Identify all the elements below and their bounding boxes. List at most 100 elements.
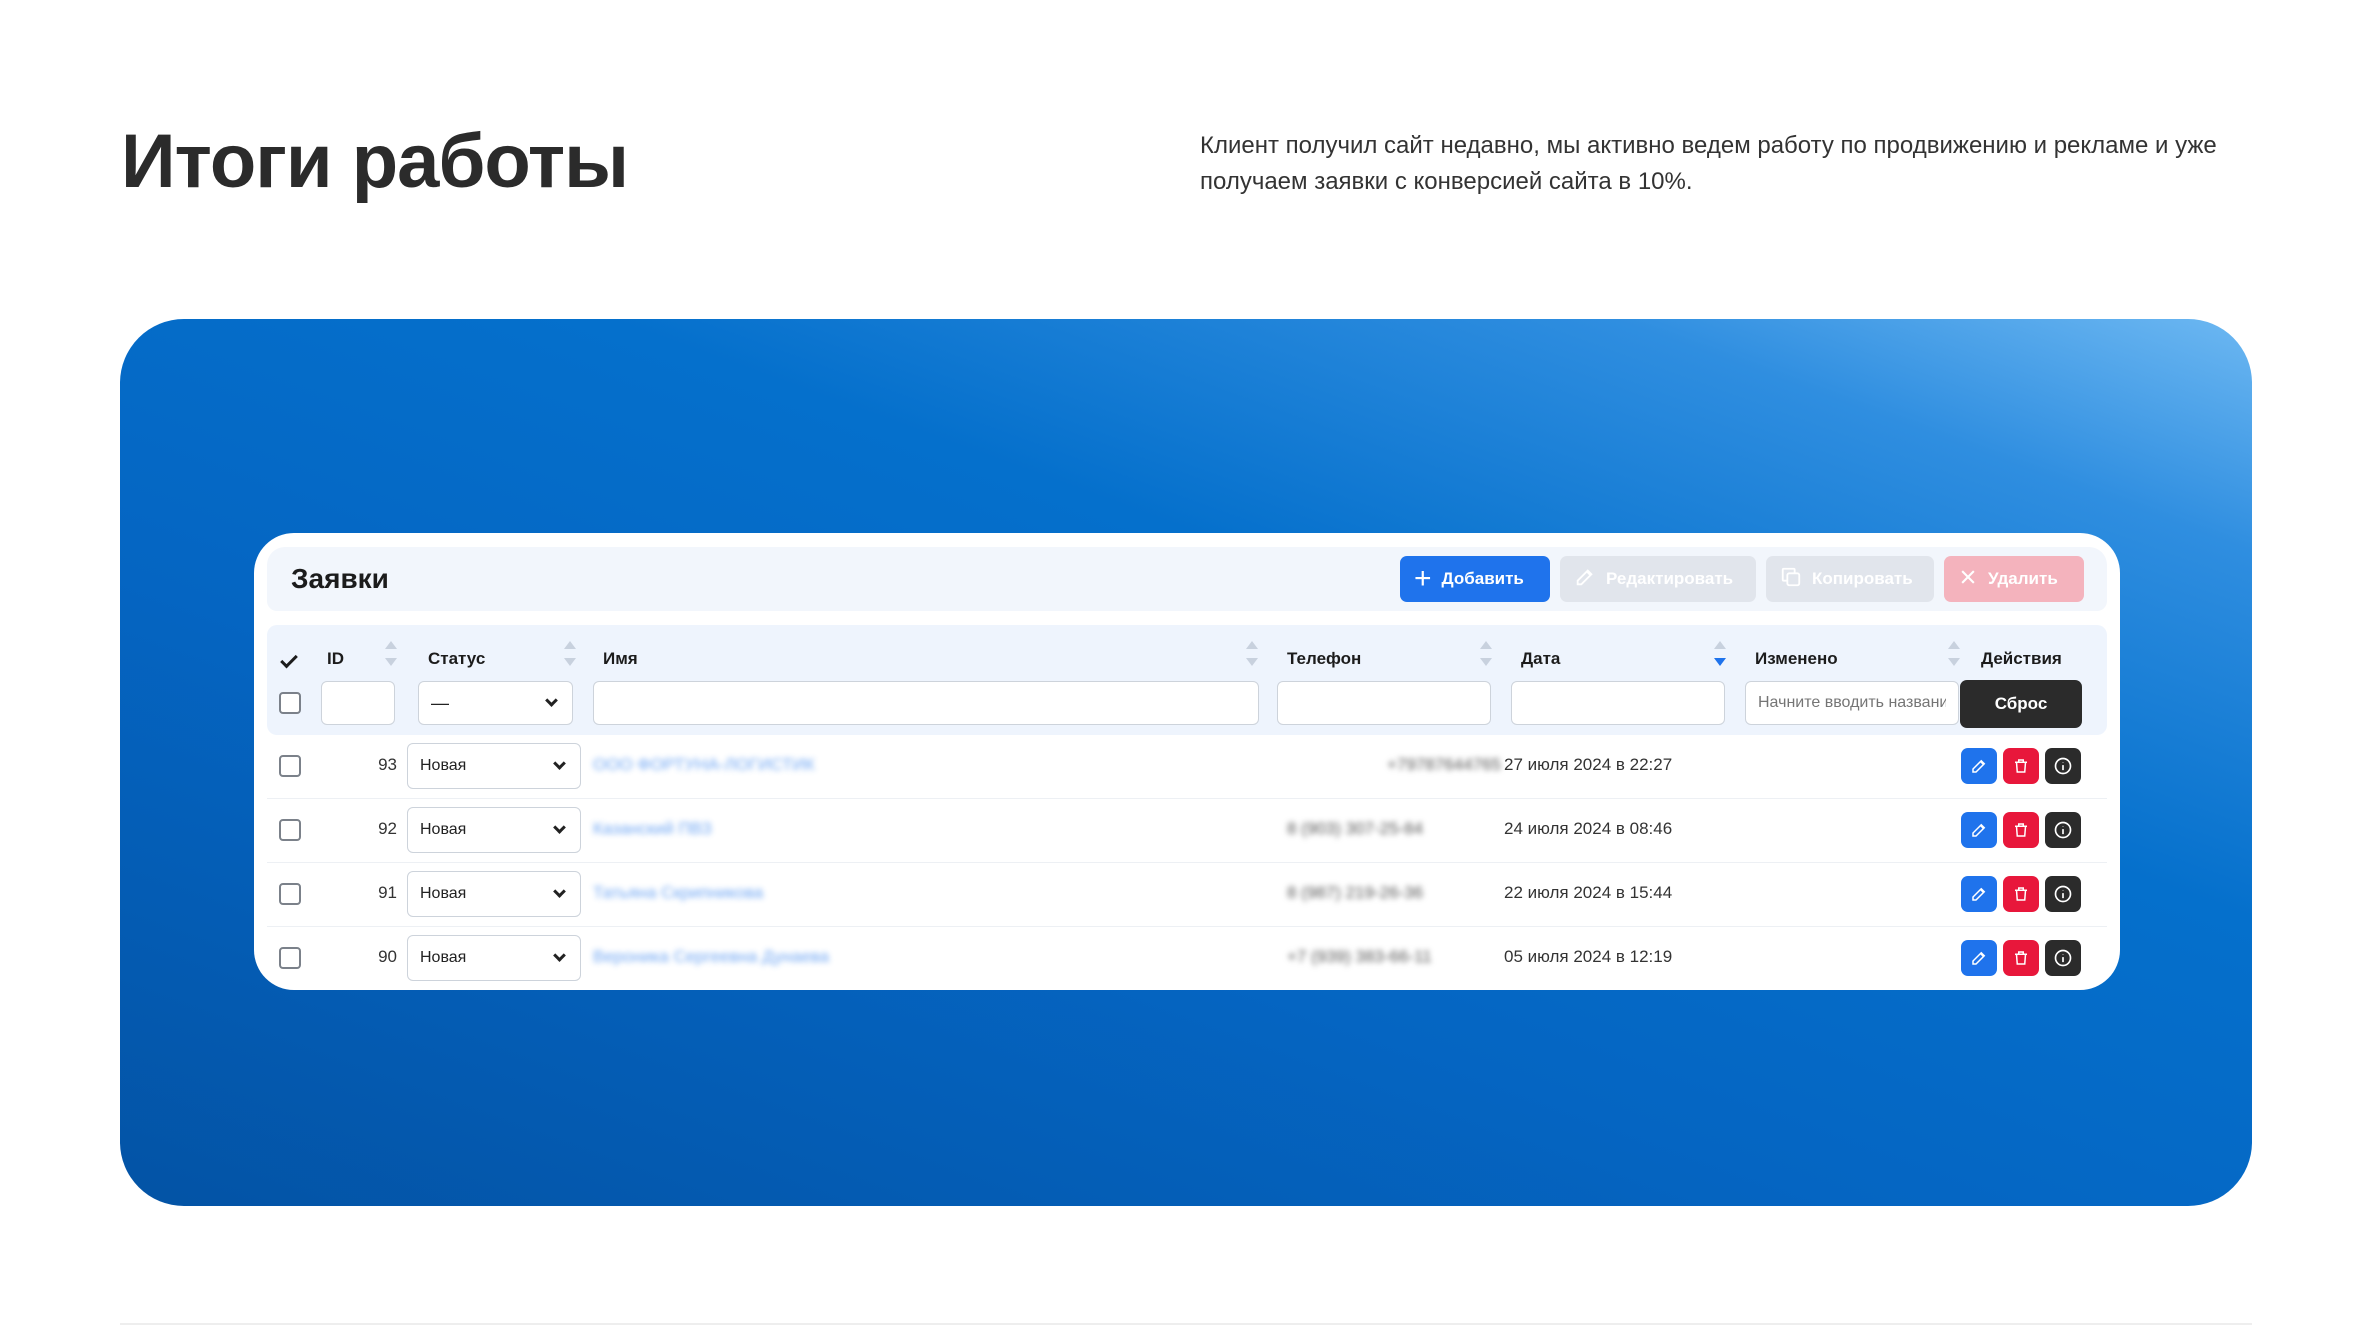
copy-icon <box>1780 566 1802 593</box>
table-header: ID Статус — Имя Телефон Дата Изменено Де… <box>267 625 2107 735</box>
delete-button-label: Удалить <box>1988 569 2058 588</box>
row-status-value: Новая <box>420 885 467 902</box>
column-header-name[interactable]: Имя <box>603 649 638 669</box>
row-checkbox[interactable] <box>279 755 301 777</box>
info-icon <box>2054 821 2072 839</box>
row-name-link[interactable]: Казанский ПВЗ <box>593 819 712 839</box>
trash-icon <box>2015 951 2027 965</box>
row-phone: 8 (903) 307-25-84 <box>1287 819 1424 838</box>
hero-banner: Заявки + Добавить Редактировать Копирова… <box>120 319 2252 1206</box>
table-row: 90 Новая Вероника Сергеевна Дунаева +7 (… <box>267 927 2107 991</box>
row-delete-button[interactable] <box>2003 876 2039 912</box>
table-body: 93 Новая ООО ФОРТУНА-ЛОГИСТИК +797876447… <box>267 735 2107 991</box>
sort-id-icon[interactable] <box>385 641 397 671</box>
trash-icon <box>2015 823 2027 837</box>
row-delete-button[interactable] <box>2003 940 2039 976</box>
name-filter-input[interactable] <box>593 681 1259 725</box>
reset-filters-button[interactable]: Сброс <box>1960 680 2082 728</box>
row-edit-button[interactable] <box>1961 748 1997 784</box>
edit-icon <box>1972 823 1986 837</box>
row-id: 93 <box>378 755 397 774</box>
chevron-down-icon <box>553 949 566 962</box>
edit-icon <box>1574 566 1596 593</box>
info-icon <box>2054 885 2072 903</box>
row-date: 24 июля 2024 в 08:46 <box>1504 819 1673 838</box>
column-header-id[interactable]: ID <box>327 649 344 669</box>
chevron-down-icon <box>553 885 566 898</box>
table-row: 93 Новая ООО ФОРТУНА-ЛОГИСТИК +797876447… <box>267 735 2107 799</box>
select-all-checkbox[interactable] <box>279 692 301 714</box>
edit-button[interactable]: Редактировать <box>1560 556 1756 602</box>
status-filter-select[interactable]: — <box>418 681 573 725</box>
id-filter-input[interactable] <box>321 681 395 725</box>
info-icon <box>2054 757 2072 775</box>
row-status-select[interactable]: Новая <box>407 807 581 853</box>
row-id: 92 <box>378 819 397 838</box>
column-header-status[interactable]: Статус <box>428 649 485 669</box>
page-description: Клиент получил сайт недавно, мы активно … <box>1200 132 2217 195</box>
chevron-down-icon <box>545 694 558 707</box>
column-header-date[interactable]: Дата <box>1521 649 1560 669</box>
row-checkbox[interactable] <box>279 947 301 969</box>
row-phone: +7 (939) 383-66-11 <box>1287 947 1432 966</box>
row-delete-button[interactable] <box>2003 812 2039 848</box>
row-status-select[interactable]: Новая <box>407 871 581 917</box>
sort-date-icon[interactable] <box>1714 641 1726 671</box>
date-filter-input[interactable] <box>1511 681 1725 725</box>
plus-icon: + <box>1414 562 1432 595</box>
sort-phone-icon[interactable] <box>1480 641 1492 671</box>
sort-name-icon[interactable] <box>1246 641 1258 671</box>
row-delete-button[interactable] <box>2003 748 2039 784</box>
copy-button[interactable]: Копировать <box>1766 556 1934 602</box>
edit-button-label: Редактировать <box>1606 569 1734 588</box>
row-id: 90 <box>378 947 397 966</box>
status-filter-value: — <box>431 692 449 713</box>
row-name-link[interactable]: Вероника Сергеевна Дунаева <box>593 947 829 967</box>
row-info-button[interactable] <box>2045 876 2081 912</box>
close-icon <box>1958 567 1978 592</box>
row-name-link[interactable]: Татьяна Скрипникова <box>593 883 763 903</box>
row-status-select[interactable]: Новая <box>407 935 581 981</box>
row-date: 22 июля 2024 в 15:44 <box>1504 883 1673 902</box>
trash-icon <box>2015 887 2027 901</box>
sort-modified-icon[interactable] <box>1948 641 1960 671</box>
row-info-button[interactable] <box>2045 748 2081 784</box>
edit-icon <box>1972 887 1986 901</box>
column-header-actions: Действия <box>1981 649 2062 668</box>
row-name-link[interactable]: ООО ФОРТУНА-ЛОГИСТИК <box>593 755 815 775</box>
edit-icon <box>1972 951 1986 965</box>
add-button[interactable]: + Добавить <box>1400 556 1550 602</box>
row-status-value: Новая <box>420 949 467 966</box>
row-status-select[interactable]: Новая <box>407 743 581 789</box>
requests-panel: Заявки + Добавить Редактировать Копирова… <box>254 533 2120 990</box>
row-checkbox[interactable] <box>279 883 301 905</box>
info-icon <box>2054 949 2072 967</box>
copy-button-label: Копировать <box>1812 569 1913 588</box>
panel-header: Заявки + Добавить Редактировать Копирова… <box>267 547 2107 611</box>
footer-divider <box>120 1323 2252 1325</box>
panel-title: Заявки <box>291 563 389 594</box>
row-edit-button[interactable] <box>1961 876 1997 912</box>
row-phone: 8 (987) 219-26-36 <box>1287 883 1424 902</box>
chevron-down-icon <box>553 757 566 770</box>
row-checkbox[interactable] <box>279 819 301 841</box>
row-status-value: Новая <box>420 757 467 774</box>
trash-icon <box>2015 759 2027 773</box>
phone-filter-input[interactable] <box>1277 681 1491 725</box>
row-phone: +79787644765 <box>1387 755 1501 774</box>
edit-icon <box>1972 759 1986 773</box>
row-info-button[interactable] <box>2045 940 2081 976</box>
row-edit-button[interactable] <box>1961 812 1997 848</box>
modified-filter-input[interactable] <box>1745 681 1959 725</box>
row-info-button[interactable] <box>2045 812 2081 848</box>
row-date: 05 июля 2024 в 12:19 <box>1504 947 1673 966</box>
delete-button[interactable]: Удалить <box>1944 556 2084 602</box>
add-button-label: Добавить <box>1441 569 1524 588</box>
toolbar: + Добавить Редактировать Копировать Удал… <box>1400 556 2084 602</box>
row-date: 27 июля 2024 в 22:27 <box>1504 755 1673 774</box>
column-header-modified[interactable]: Изменено <box>1755 649 1838 669</box>
row-edit-button[interactable] <box>1961 940 1997 976</box>
row-id: 91 <box>378 883 397 902</box>
column-header-phone[interactable]: Телефон <box>1287 649 1361 669</box>
sort-status-icon[interactable] <box>564 641 576 671</box>
